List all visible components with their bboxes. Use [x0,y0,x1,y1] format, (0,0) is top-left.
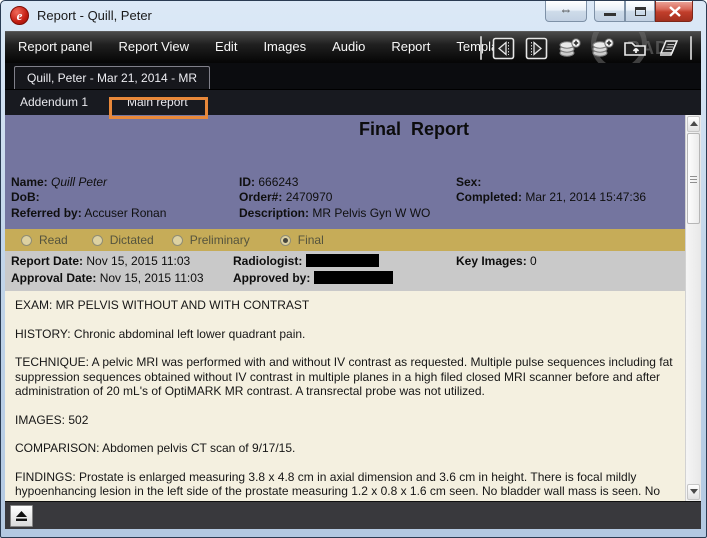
collapse-panel-button[interactable] [10,505,33,527]
radio-preliminary-icon [172,235,183,246]
scroll-down-button[interactable] [687,484,700,500]
minimize-icon [604,13,616,16]
report-body-text[interactable]: EXAM: MR PELVIS WITHOUT AND WITH CONTRAS… [5,291,685,501]
dock-resize-button[interactable]: ⇔ [545,1,587,22]
study-tab-strip: Quill, Peter - Mar 21, 2014 - MR [5,63,701,89]
menu-item-report-panel[interactable]: Report panel [5,32,105,62]
minimize-button[interactable] [594,1,625,22]
window-title: Report - Quill, Peter [37,8,152,23]
field-order: Order#: 2470970 [239,190,332,204]
paragraph-images: IMAGES: 502 [15,413,675,428]
paragraph-comparison: COMPARISON: Abdomen pelvis CT scan of 9/… [15,441,675,456]
menu-item-images[interactable]: Images [250,32,319,62]
report-book-icon[interactable] [655,35,682,62]
toolbar-separator [480,36,482,60]
status-bar: Read Dictated Preliminary Final [5,229,685,251]
vertical-scrollbar[interactable] [685,115,701,501]
tab-addendum-1[interactable]: Addendum 1 [20,90,88,116]
menu-item-report[interactable]: Report [378,32,443,62]
scroll-down-icon [690,489,698,494]
report-tab-strip: Addendum 1 Main report [5,89,701,115]
field-id: ID: 666243 [239,175,298,189]
radio-read-icon [21,235,32,246]
previous-report-icon[interactable] [490,35,517,62]
paragraph-history: HISTORY: Chronic abdominal left lower qu… [15,327,675,342]
toolbar [475,34,697,62]
scrollbar-grip-icon [690,176,697,185]
field-radiologist: Radiologist: [233,254,379,268]
close-icon [669,6,681,17]
database-add-2-icon[interactable] [589,35,616,62]
radiologist-redaction [306,254,379,267]
field-description: Description: MR Pelvis Gyn W WO [239,206,430,220]
menu-bar: Report panelReport ViewEditImagesAudioRe… [5,31,701,63]
radio-read[interactable]: Read [21,233,68,247]
database-add-icon[interactable] [556,35,583,62]
radio-final-icon [280,235,291,246]
report-header: Final Report Name: Quill Peter DoB: Refe… [5,115,685,229]
field-name: Name: Quill Peter [11,175,107,189]
field-dob: DoB: [11,190,40,204]
maximize-icon [635,7,646,16]
scroll-up-button[interactable] [687,116,700,132]
menu-item-audio[interactable]: Audio [319,32,378,62]
radio-dictated[interactable]: Dictated [92,233,154,247]
menu-item-edit[interactable]: Edit [202,32,250,62]
field-completed: Completed: Mar 21, 2014 15:47:36 [456,190,646,204]
paragraph-findings: FINDINGS: Prostate is enlarged measuring… [15,470,675,502]
field-key-images: Key Images: 0 [456,254,537,268]
report-title: Final Report [5,119,685,140]
menu-item-report-view[interactable]: Report View [105,32,202,62]
field-report-date: Report Date: Nov 15, 2015 11:03 [11,254,190,268]
field-sex: Sex: [456,175,481,189]
tab-main-report[interactable]: Main report [127,90,188,116]
radio-dictated-icon [92,235,103,246]
title-bar: e Report - Quill, Peter ⇔ [1,1,707,31]
open-folder-icon[interactable] [622,35,649,62]
bottom-bar [5,501,701,529]
radio-final[interactable]: Final [280,233,324,247]
close-button[interactable] [655,1,693,22]
report-window: e Report - Quill, Peter ⇔ Report panelRe… [0,0,707,538]
app-logo-icon: e [10,6,29,25]
radio-preliminary[interactable]: Preliminary [172,233,250,247]
toolbar-separator [690,36,692,60]
tab-study[interactable]: Quill, Peter - Mar 21, 2014 - MR [14,66,210,89]
field-approval-date: Approval Date: Nov 15, 2015 11:03 [11,271,204,285]
approved-by-redaction [314,271,393,284]
paragraph-exam: EXAM: MR PELVIS WITHOUT AND WITH CONTRAS… [15,298,675,313]
next-report-icon[interactable] [523,35,550,62]
scroll-up-icon [690,121,698,126]
maximize-button[interactable] [625,1,655,22]
report-meta: Report Date: Nov 15, 2015 11:03 Radiolog… [5,251,685,291]
field-referred-by: Referred by: Accuser Ronan [11,206,166,220]
eject-icon [14,509,29,523]
report-document: Final Report Name: Quill Peter DoB: Refe… [5,115,685,501]
paragraph-technique: TECHNIQUE: A pelvic MRI was performed wi… [15,355,675,399]
field-approved-by: Approved by: [233,271,393,285]
scrollbar-thumb[interactable] [687,133,700,224]
